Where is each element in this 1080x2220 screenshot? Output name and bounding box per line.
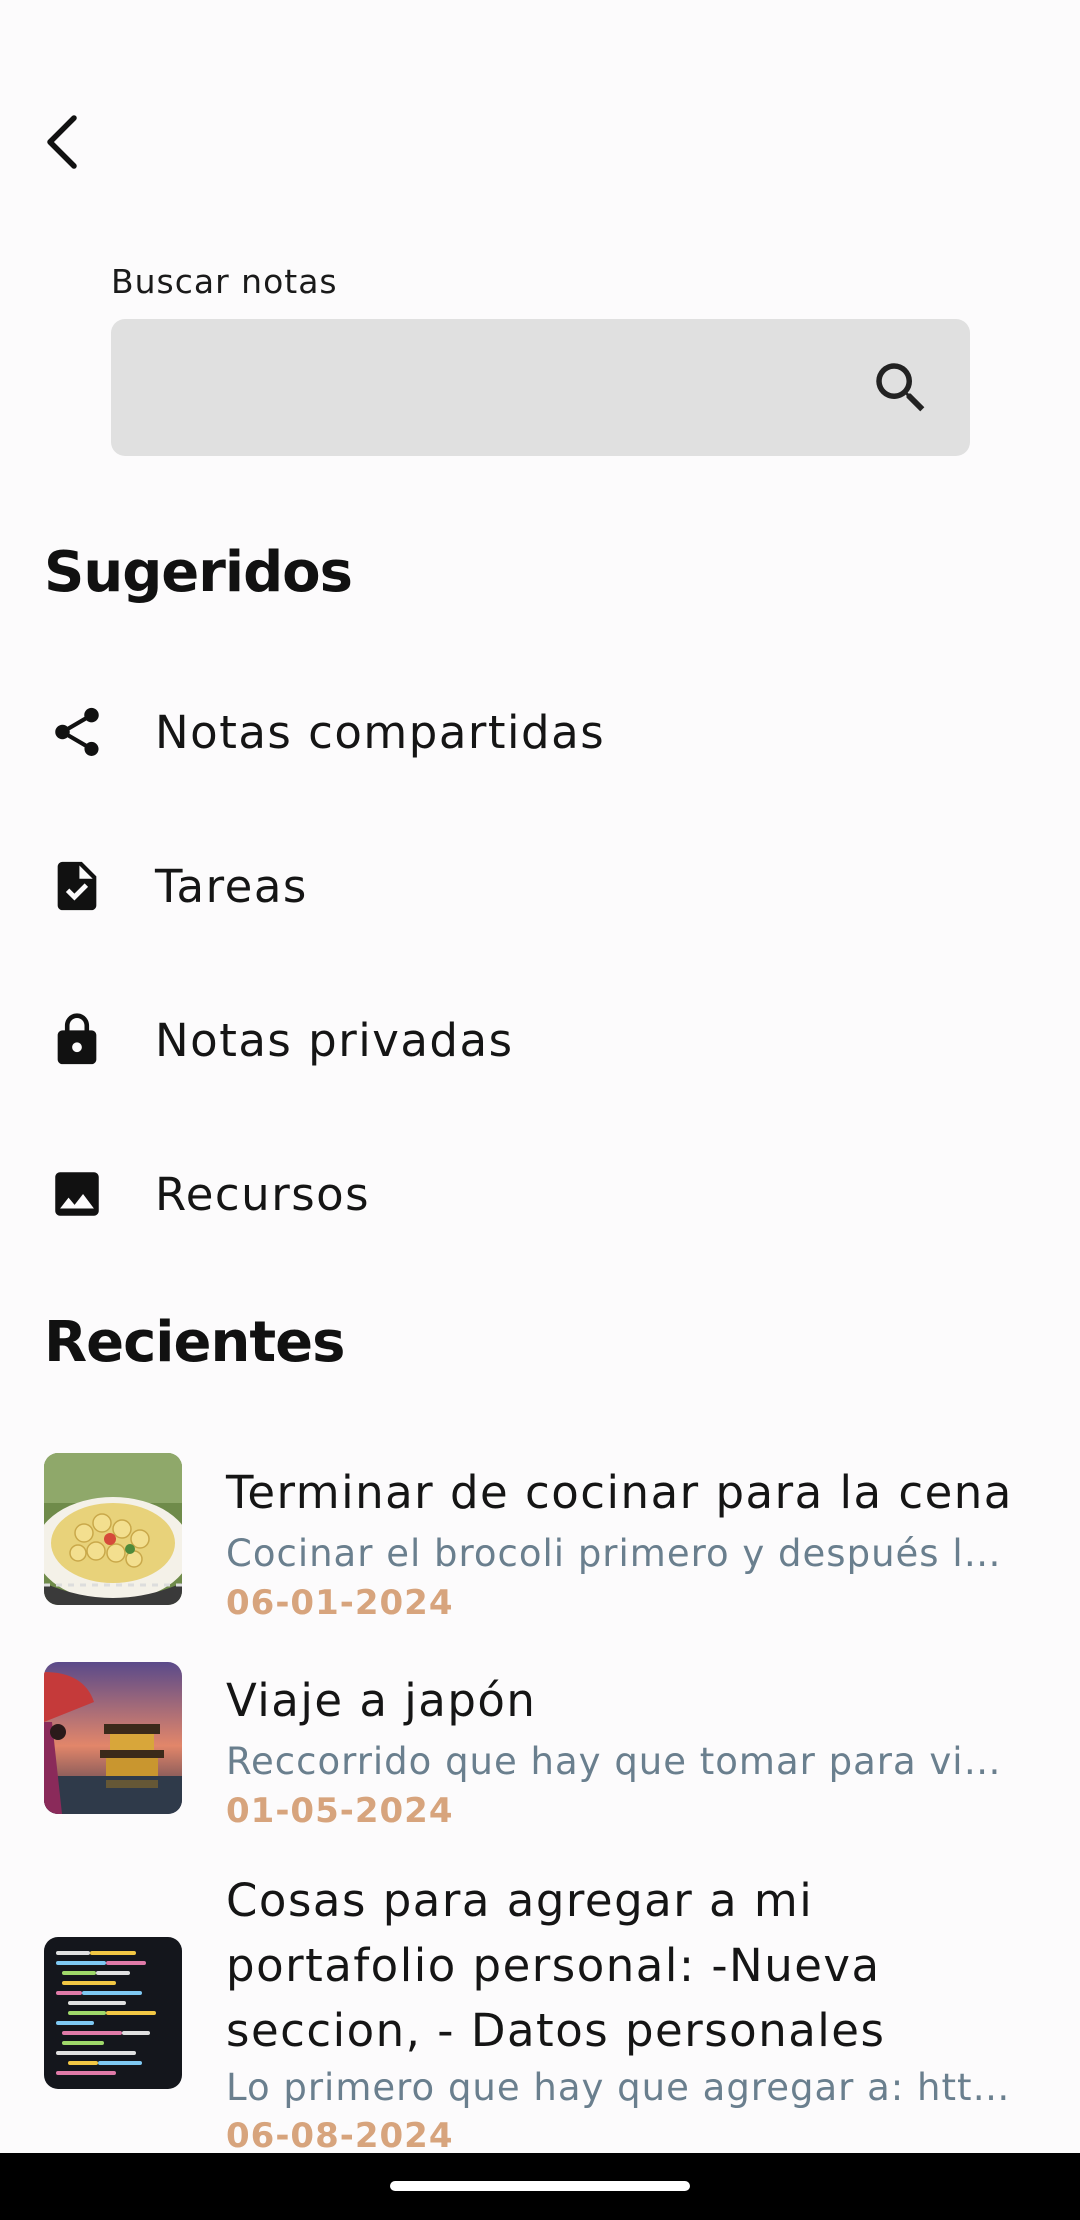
search-box[interactable]	[111, 319, 970, 456]
suggested-item-label: Notas privadas	[155, 1013, 514, 1067]
note-date: 06-01-2024	[226, 1583, 454, 1623]
suggested-item-label: Tareas	[155, 859, 308, 913]
task-file-icon	[48, 857, 106, 915]
image-icon	[48, 1165, 106, 1223]
home-indicator[interactable]	[390, 2181, 690, 2191]
suggested-item-tasks[interactable]: Tareas	[0, 811, 1080, 961]
note-title: Viaje a japón	[226, 1674, 537, 1727]
note-date: 06-08-2024	[226, 2116, 454, 2156]
chevron-left-icon	[47, 115, 77, 169]
search-icon[interactable]	[868, 355, 934, 421]
pasta-photo	[44, 1453, 182, 1605]
suggested-title: Sugeridos	[44, 540, 353, 605]
lock-icon	[48, 1011, 106, 1069]
suggested-item-resources[interactable]: Recursos	[0, 1119, 1080, 1269]
suggested-item-label: Notas compartidas	[155, 705, 606, 759]
search-input[interactable]	[111, 319, 871, 456]
note-description: Reccorrido que hay que tomar para vi…	[226, 1740, 1002, 1783]
note-title: Terminar de cocinar para la cena	[226, 1466, 1013, 1519]
search-label: Buscar notas	[111, 262, 338, 301]
note-description: Lo primero que hay que agregar a: htt…	[226, 2066, 1011, 2109]
recent-note-item[interactable]: Viaje a japón Reccorrido que hay que tom…	[0, 1648, 1080, 1831]
note-description: Cocinar el brocoli primero y después l…	[226, 1532, 1002, 1575]
recent-title: Recientes	[44, 1310, 345, 1375]
suggested-item-private-notes[interactable]: Notas privadas	[0, 965, 1080, 1115]
recent-note-item[interactable]: Terminar de cocinar para la cena Cocinar…	[0, 1440, 1080, 1623]
recent-note-item[interactable]: Cosas para agregar a mi portafolio perso…	[0, 1856, 1080, 2156]
suggested-item-label: Recursos	[155, 1167, 371, 1221]
suggested-item-shared-notes[interactable]: Notas compartidas	[0, 657, 1080, 807]
code-screen-photo	[44, 1937, 182, 2089]
note-date: 01-05-2024	[226, 1791, 454, 1831]
note-title: Cosas para agregar a mi portafolio perso…	[226, 1874, 886, 2057]
japan-temple-photo	[44, 1662, 182, 1814]
share-icon	[48, 703, 106, 761]
back-button[interactable]	[30, 100, 94, 184]
